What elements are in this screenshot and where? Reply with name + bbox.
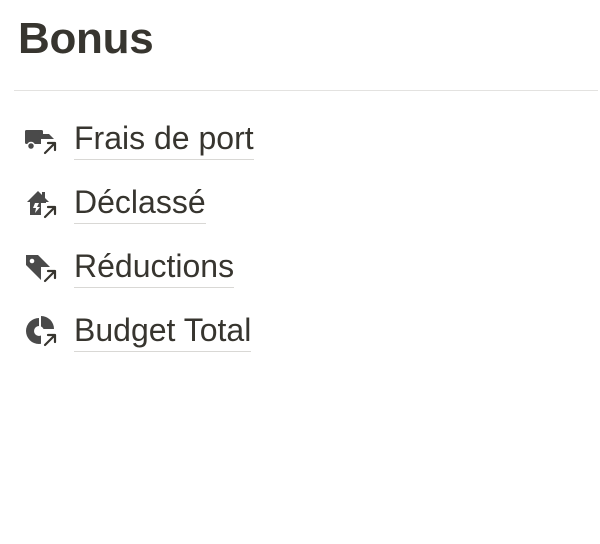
link-reductions[interactable]: Réductions	[22, 242, 254, 290]
tags-icon	[22, 248, 64, 285]
pie-chart-icon	[22, 312, 64, 349]
link-budget-total[interactable]: Budget Total	[22, 306, 254, 354]
link-label[interactable]: Déclassé	[74, 181, 206, 224]
link-declasse[interactable]: Déclassé	[22, 178, 254, 226]
link-label[interactable]: Budget Total	[74, 309, 252, 352]
page: Bonus Frais de port Déclassé Réductions …	[0, 0, 600, 544]
link-frais-de-port[interactable]: Frais de port	[22, 114, 254, 162]
link-arrow-icon	[41, 267, 59, 285]
link-list: Frais de port Déclassé Réductions Budget…	[22, 114, 254, 370]
link-label[interactable]: Réductions	[74, 245, 235, 288]
link-arrow-icon	[41, 203, 59, 221]
link-arrow-icon	[41, 331, 59, 349]
link-label[interactable]: Frais de port	[74, 117, 254, 160]
truck-icon	[22, 120, 64, 157]
house-tag-icon	[22, 184, 64, 221]
link-arrow-icon	[41, 139, 59, 157]
divider	[14, 90, 598, 91]
page-title: Bonus	[18, 14, 154, 63]
